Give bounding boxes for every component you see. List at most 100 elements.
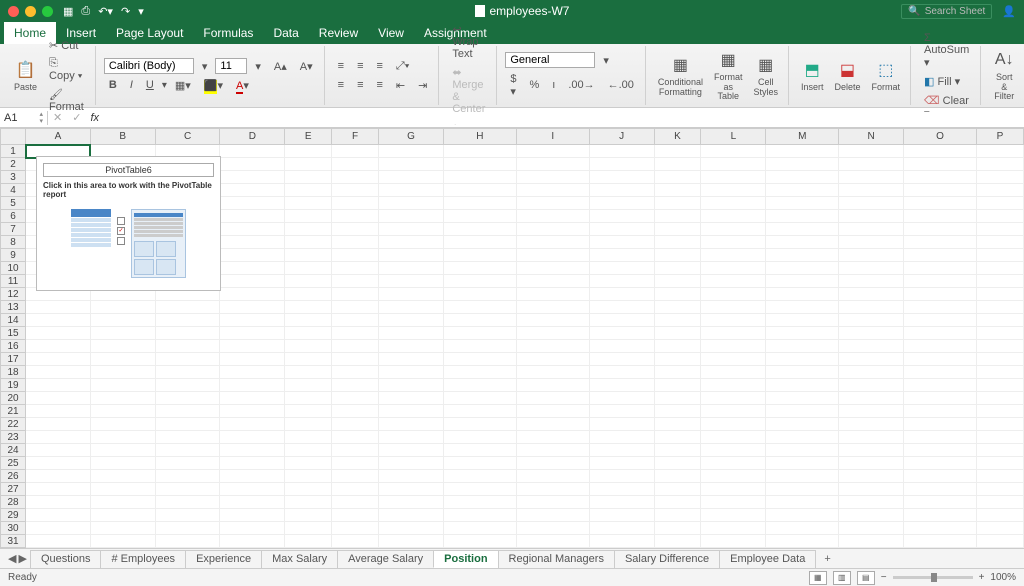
cell[interactable] xyxy=(220,470,285,483)
cell[interactable] xyxy=(589,171,654,184)
cell[interactable] xyxy=(90,418,155,431)
cell[interactable] xyxy=(90,327,155,340)
cell[interactable] xyxy=(976,548,1023,549)
cell[interactable] xyxy=(26,392,91,405)
decrease-font-icon[interactable]: A▾ xyxy=(295,58,318,75)
wrap-text-button[interactable]: ↩ Wrap Text xyxy=(447,21,490,62)
row-header[interactable]: 29 xyxy=(1,509,26,522)
cell[interactable] xyxy=(976,353,1023,366)
cell[interactable] xyxy=(654,496,701,509)
cell[interactable] xyxy=(654,522,701,535)
undo-icon[interactable]: ↶▾ xyxy=(98,5,113,18)
share-icon[interactable]: 👤 xyxy=(1002,5,1016,18)
cell[interactable] xyxy=(516,145,589,158)
column-header[interactable]: F xyxy=(332,129,379,145)
cell[interactable] xyxy=(220,392,285,405)
cell[interactable] xyxy=(516,535,589,548)
cell[interactable] xyxy=(379,353,444,366)
cell[interactable] xyxy=(589,535,654,548)
cell[interactable] xyxy=(379,301,444,314)
cell[interactable] xyxy=(443,548,516,549)
cell[interactable] xyxy=(155,509,220,522)
cell[interactable] xyxy=(766,405,839,418)
cell[interactable] xyxy=(589,483,654,496)
tab-formulas[interactable]: Formulas xyxy=(193,22,263,44)
cell[interactable] xyxy=(766,327,839,340)
cell[interactable] xyxy=(516,288,589,301)
cell[interactable] xyxy=(516,210,589,223)
column-header[interactable]: A xyxy=(26,129,91,145)
cell[interactable] xyxy=(516,431,589,444)
cell[interactable] xyxy=(976,288,1023,301)
cell[interactable] xyxy=(589,353,654,366)
align-center-icon[interactable]: ≡ xyxy=(352,77,368,93)
cut-button[interactable]: ✂ Cut xyxy=(44,37,89,54)
cell[interactable] xyxy=(904,288,977,301)
cell[interactable] xyxy=(443,418,516,431)
cell[interactable] xyxy=(766,171,839,184)
cell[interactable] xyxy=(90,496,155,509)
cell[interactable] xyxy=(90,509,155,522)
cell[interactable] xyxy=(904,379,977,392)
cell[interactable] xyxy=(443,223,516,236)
cell[interactable] xyxy=(589,496,654,509)
cell[interactable] xyxy=(443,210,516,223)
cell[interactable] xyxy=(589,184,654,197)
sheet-tab[interactable]: Max Salary xyxy=(261,550,338,568)
cell[interactable] xyxy=(839,444,904,457)
cell[interactable] xyxy=(976,483,1023,496)
cell[interactable] xyxy=(701,535,766,548)
cell[interactable] xyxy=(443,353,516,366)
cell[interactable] xyxy=(976,223,1023,236)
cell[interactable] xyxy=(766,366,839,379)
cell[interactable] xyxy=(90,366,155,379)
cell[interactable] xyxy=(443,470,516,483)
cell[interactable] xyxy=(155,548,220,549)
page-layout-view-icon[interactable]: ▥ xyxy=(833,571,851,585)
cell[interactable] xyxy=(654,379,701,392)
cell[interactable] xyxy=(443,171,516,184)
cell[interactable] xyxy=(379,444,444,457)
cell[interactable] xyxy=(285,249,332,262)
cell[interactable] xyxy=(332,366,379,379)
cell[interactable] xyxy=(285,431,332,444)
cell[interactable] xyxy=(976,509,1023,522)
cell[interactable] xyxy=(766,392,839,405)
row-header[interactable]: 13 xyxy=(1,301,26,314)
cell[interactable] xyxy=(839,379,904,392)
row-header[interactable]: 22 xyxy=(1,418,26,431)
cell[interactable] xyxy=(26,327,91,340)
cell[interactable] xyxy=(332,509,379,522)
cell[interactable] xyxy=(904,223,977,236)
cell[interactable] xyxy=(285,301,332,314)
tab-review[interactable]: Review xyxy=(309,22,368,44)
cell[interactable] xyxy=(220,496,285,509)
cell[interactable] xyxy=(332,340,379,353)
search-sheet-box[interactable]: 🔍 Search Sheet xyxy=(901,4,992,19)
cell[interactable] xyxy=(332,145,379,158)
column-header[interactable]: M xyxy=(766,129,839,145)
cell[interactable] xyxy=(654,210,701,223)
cell[interactable] xyxy=(589,145,654,158)
cell[interactable] xyxy=(220,509,285,522)
cell[interactable] xyxy=(766,379,839,392)
cell[interactable] xyxy=(379,197,444,210)
cell[interactable] xyxy=(904,262,977,275)
cell[interactable] xyxy=(904,548,977,549)
row-header[interactable]: 26 xyxy=(1,470,26,483)
cell[interactable] xyxy=(332,158,379,171)
cell[interactable] xyxy=(26,366,91,379)
cell[interactable] xyxy=(220,483,285,496)
cell[interactable] xyxy=(904,301,977,314)
fx-icon[interactable]: fx xyxy=(86,112,103,124)
cell[interactable] xyxy=(332,314,379,327)
cell[interactable] xyxy=(766,340,839,353)
cell[interactable] xyxy=(155,353,220,366)
cell[interactable] xyxy=(766,522,839,535)
insert-cells-button[interactable]: ⬒Insert xyxy=(797,57,828,95)
cell[interactable] xyxy=(589,418,654,431)
delete-cells-button[interactable]: ⬓Delete xyxy=(830,57,864,95)
align-right-icon[interactable]: ≡ xyxy=(371,77,387,93)
cell[interactable] xyxy=(26,405,91,418)
cell[interactable] xyxy=(332,470,379,483)
